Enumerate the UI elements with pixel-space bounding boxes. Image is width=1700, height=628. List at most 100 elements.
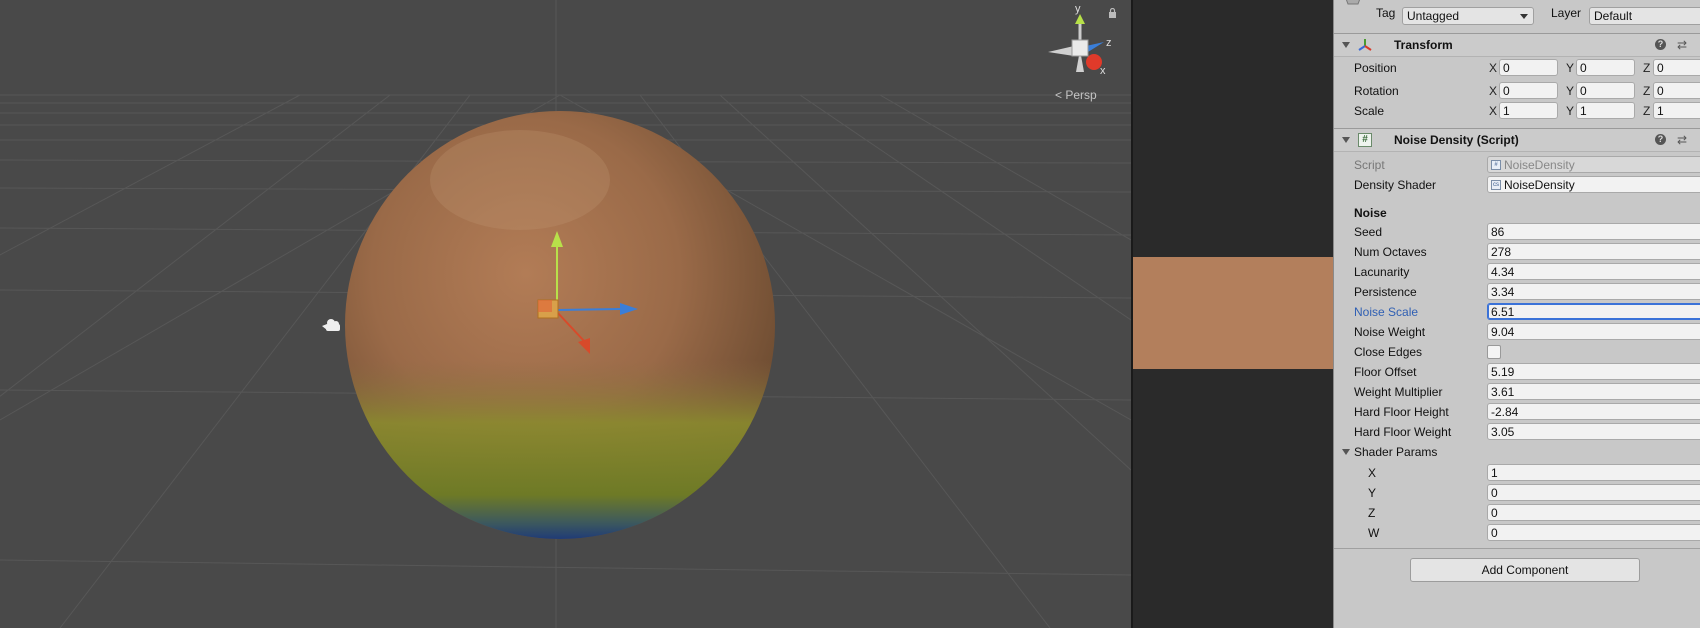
chevron-down-icon bbox=[1520, 14, 1528, 19]
settings-icon[interactable]: ⇄ bbox=[1677, 38, 1687, 52]
seed-label: Seed bbox=[1354, 225, 1383, 239]
rotation-x-field[interactable]: 0 bbox=[1499, 82, 1558, 99]
shader-param-z-field[interactable]: 0 bbox=[1487, 504, 1700, 521]
transform-header[interactable]: Transform ? ⇄ bbox=[1334, 33, 1700, 57]
lacunarity-field[interactable]: 4.34 bbox=[1487, 263, 1700, 280]
noise-weight-field[interactable]: 9.04 bbox=[1487, 323, 1700, 340]
hard-floor-height-label: Hard Floor Height bbox=[1354, 405, 1449, 419]
shader-param-z-row: Z 0 bbox=[1334, 503, 1700, 523]
shader-param-x-row: X 1 bbox=[1334, 463, 1700, 483]
help-icon[interactable]: ? bbox=[1655, 134, 1666, 145]
axis-x-label: X bbox=[1489, 84, 1498, 98]
script-field: # NoiseDensity bbox=[1487, 156, 1700, 173]
axis-y-label: Y bbox=[1566, 84, 1575, 98]
axis-y-label: Y bbox=[1566, 61, 1575, 75]
rotation-y-field[interactable]: 0 bbox=[1576, 82, 1635, 99]
axis-z-label: Z bbox=[1643, 61, 1651, 75]
shader-param-x-field[interactable]: 1 bbox=[1487, 464, 1700, 481]
shader-param-w-field[interactable]: 0 bbox=[1487, 524, 1700, 541]
component-divider bbox=[1334, 548, 1700, 549]
foldout-arrow-icon[interactable] bbox=[1342, 42, 1350, 48]
projection-toggle[interactable]: < Persp bbox=[1055, 88, 1097, 102]
scale-label: Scale bbox=[1354, 104, 1385, 118]
hard-floor-weight-field[interactable]: 3.05 bbox=[1487, 423, 1700, 440]
layer-label: Layer bbox=[1551, 6, 1582, 20]
position-z-field[interactable]: 0 bbox=[1653, 59, 1700, 76]
script-row: Script # NoiseDensity bbox=[1334, 155, 1700, 175]
axis-y-label: Y bbox=[1566, 104, 1575, 118]
floor-offset-row: Floor Offset 5.19 bbox=[1334, 362, 1700, 382]
script-value: NoiseDensity bbox=[1504, 158, 1575, 172]
seed-row: Seed 86 bbox=[1334, 222, 1700, 242]
axis-x-label: X bbox=[1489, 104, 1498, 118]
scene-view[interactable]: y z x < Persp bbox=[0, 0, 1131, 628]
transform-icon bbox=[1358, 39, 1372, 51]
position-x-field[interactable]: 0 bbox=[1499, 59, 1558, 76]
lacunarity-label: Lacunarity bbox=[1354, 265, 1410, 279]
scale-x-field[interactable]: 1 bbox=[1499, 102, 1558, 119]
close-edges-checkbox[interactable] bbox=[1487, 345, 1501, 359]
shader-params-label: Shader Params bbox=[1354, 445, 1438, 459]
svg-text:y: y bbox=[1075, 3, 1081, 15]
shader-param-w-row: W 0 bbox=[1334, 523, 1700, 543]
density-shader-field[interactable]: cs NoiseDensity bbox=[1487, 176, 1700, 193]
weight-multiplier-row: Weight Multiplier 3.61 bbox=[1334, 382, 1700, 402]
help-icon[interactable]: ? bbox=[1655, 39, 1666, 50]
tag-dropdown[interactable]: Untagged bbox=[1402, 7, 1534, 25]
add-component-button[interactable]: Add Component bbox=[1410, 558, 1640, 582]
tag-value: Untagged bbox=[1407, 9, 1460, 23]
persistence-label: Persistence bbox=[1354, 285, 1417, 299]
hard-floor-weight-row: Hard Floor Weight 3.05 bbox=[1334, 422, 1700, 442]
shader-param-w-label: W bbox=[1368, 526, 1380, 540]
position-y-field[interactable]: 0 bbox=[1576, 59, 1635, 76]
layer-value: Default bbox=[1594, 9, 1633, 23]
settings-icon[interactable]: ⇄ bbox=[1677, 133, 1687, 147]
noise-weight-row: Noise Weight 9.04 bbox=[1334, 322, 1700, 342]
scale-y-field[interactable]: 1 bbox=[1576, 102, 1635, 119]
density-shader-label: Density Shader bbox=[1354, 178, 1437, 192]
num-octaves-label: Num Octaves bbox=[1354, 245, 1427, 259]
persp-label: Persp bbox=[1065, 88, 1097, 102]
render-preview-strip bbox=[1133, 257, 1333, 369]
density-shader-value: NoiseDensity bbox=[1504, 178, 1575, 192]
num-octaves-field[interactable]: 278 bbox=[1487, 243, 1700, 260]
position-row: Position X 0 Y 0 Z 0 bbox=[1334, 58, 1700, 78]
gameobject-icon bbox=[1345, 0, 1361, 5]
noise-section-title: Noise bbox=[1354, 206, 1387, 220]
hard-floor-height-field[interactable]: -2.84 bbox=[1487, 403, 1700, 420]
rotation-z-field[interactable]: 0 bbox=[1653, 82, 1700, 99]
density-shader-row: Density Shader cs NoiseDensity bbox=[1334, 175, 1700, 195]
tag-label: Tag bbox=[1376, 6, 1396, 20]
svg-text:x: x bbox=[1100, 65, 1106, 76]
noise-weight-label: Noise Weight bbox=[1354, 325, 1426, 339]
transform-title: Transform bbox=[1394, 38, 1453, 52]
persistence-field[interactable]: 3.34 bbox=[1487, 283, 1700, 300]
foldout-arrow-icon[interactable] bbox=[1342, 137, 1350, 143]
camera-icon[interactable] bbox=[322, 318, 344, 334]
inspector-panel: Tag Untagged Layer Default Transform ? ⇄… bbox=[1333, 0, 1700, 628]
floor-offset-field[interactable]: 5.19 bbox=[1487, 363, 1700, 380]
shader-param-z-label: Z bbox=[1368, 506, 1376, 520]
scene-grid bbox=[0, 0, 1131, 628]
layer-dropdown[interactable]: Default bbox=[1589, 7, 1700, 25]
noise-density-header[interactable]: # Noise Density (Script) ? ⇄ bbox=[1334, 128, 1700, 152]
axis-z-label: Z bbox=[1643, 104, 1651, 118]
noise-scale-field[interactable]: 6.51 bbox=[1487, 303, 1700, 320]
scale-z-field[interactable]: 1 bbox=[1653, 102, 1700, 119]
lock-icon[interactable] bbox=[1108, 8, 1117, 18]
shader-param-x-label: X bbox=[1368, 466, 1377, 480]
shader-param-y-row: Y 0 bbox=[1334, 483, 1700, 503]
weight-multiplier-field[interactable]: 3.61 bbox=[1487, 383, 1700, 400]
script-label: Script bbox=[1354, 158, 1385, 172]
noise-scale-label: Noise Scale bbox=[1354, 305, 1419, 319]
persp-arrow-icon: < bbox=[1055, 88, 1063, 102]
shader-param-y-label: Y bbox=[1368, 486, 1377, 500]
svg-text:z: z bbox=[1106, 37, 1112, 49]
seed-field[interactable]: 86 bbox=[1487, 223, 1700, 240]
weight-multiplier-label: Weight Multiplier bbox=[1354, 385, 1443, 399]
shader-params-foldout[interactable]: Shader Params bbox=[1342, 443, 1542, 461]
shader-param-y-field[interactable]: 0 bbox=[1487, 484, 1700, 501]
foldout-arrow-icon[interactable] bbox=[1342, 449, 1350, 455]
persistence-row: Persistence 3.34 bbox=[1334, 282, 1700, 302]
script-file-icon: # bbox=[1491, 160, 1501, 170]
